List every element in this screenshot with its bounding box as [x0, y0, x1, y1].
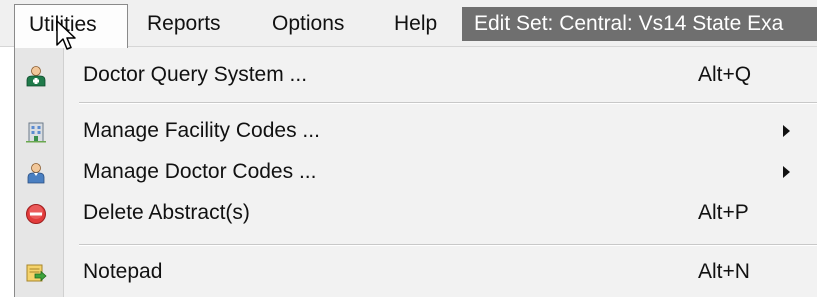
person-icon — [25, 162, 47, 184]
menu-item-notepad[interactable]: Notepad Alt+N — [15, 252, 817, 292]
shortcut-label: Alt+P — [698, 201, 749, 224]
shortcut-label: Alt+Q — [698, 63, 752, 86]
menu-reports[interactable]: Reports — [147, 0, 221, 47]
doctor-icon — [25, 65, 47, 87]
utilities-dropdown: Doctor Query System ... Alt+Q Manage Fac… — [14, 47, 817, 297]
menu-item-label: Notepad — [83, 260, 163, 283]
menu-item-doctor-query[interactable]: Doctor Query System ... Alt+Q — [15, 55, 817, 95]
menu-separator — [79, 102, 817, 104]
submenu-arrow-icon — [783, 125, 790, 137]
submenu-arrow-icon — [783, 166, 790, 178]
menu-item-manage-doctor-codes[interactable]: Manage Doctor Codes ... — [15, 152, 817, 192]
menu-separator — [79, 244, 817, 246]
delete-icon — [25, 203, 47, 225]
menu-item-manage-facility-codes[interactable]: Manage Facility Codes ... — [15, 111, 817, 151]
notepad-icon — [25, 262, 47, 284]
menu-item-label: Doctor Query System ... — [83, 63, 308, 86]
menu-options[interactable]: Options — [272, 0, 344, 47]
menu-bar: Utilities Reports Options Help Edit Set:… — [0, 0, 817, 48]
menu-item-label: Delete Abstract(s) — [83, 201, 250, 224]
menu-item-label: Manage Doctor Codes ... — [83, 160, 317, 183]
menu-help[interactable]: Help — [394, 0, 437, 47]
edit-set-label: Edit Set: Central: Vs14 State Exa — [462, 7, 817, 41]
building-icon — [25, 121, 47, 143]
mouse-cursor-icon — [56, 20, 78, 52]
menu-item-label: Manage Facility Codes ... — [83, 119, 320, 142]
menu-item-delete-abstracts[interactable]: Delete Abstract(s) Alt+P — [15, 193, 817, 233]
shortcut-label: Alt+N — [698, 260, 750, 283]
